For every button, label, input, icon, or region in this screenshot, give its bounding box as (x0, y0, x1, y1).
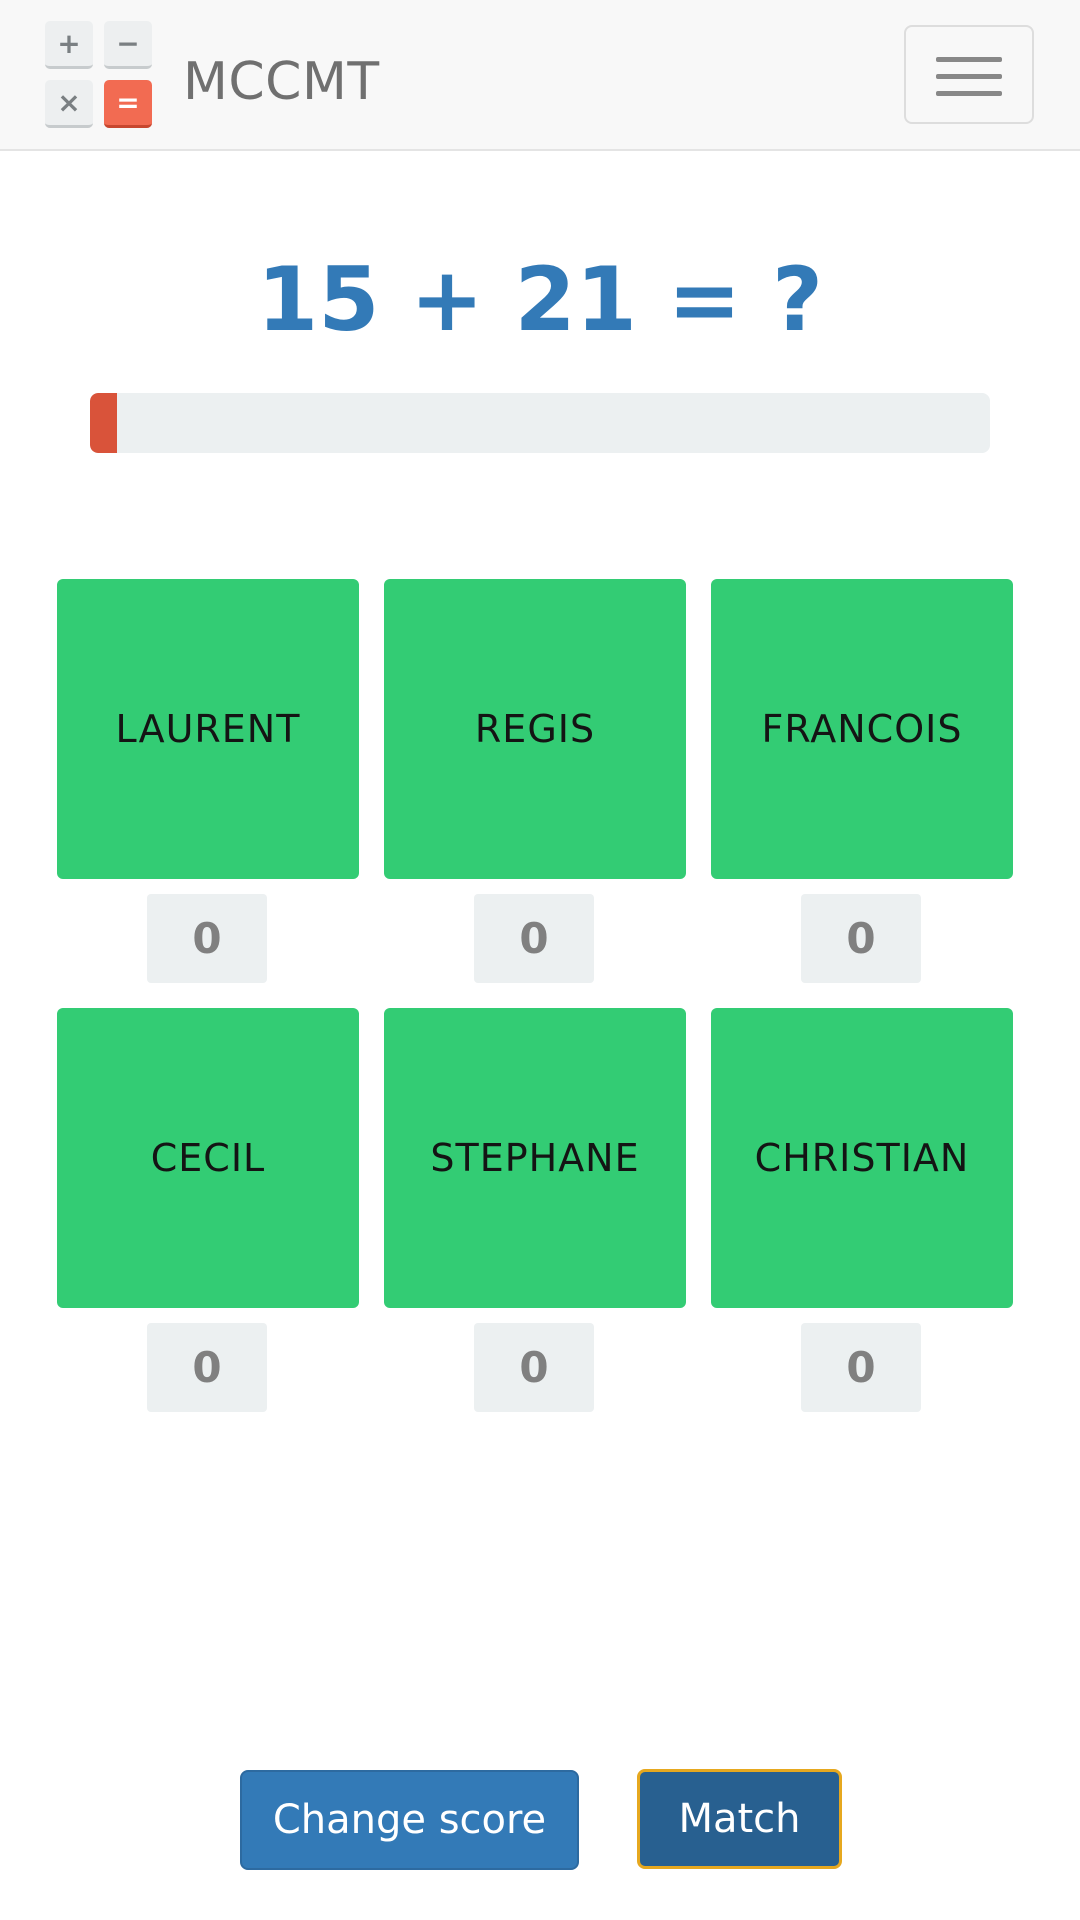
score-laurent: 0 (147, 894, 267, 983)
change-score-button[interactable]: Change score (240, 1770, 579, 1870)
score-francois: 0 (801, 894, 921, 983)
logo-equals-key: = (104, 80, 152, 128)
logo-plus-key: + (45, 21, 93, 69)
hamburger-icon-bar (936, 74, 1002, 79)
match-button[interactable]: Match (637, 1769, 842, 1869)
logo-minus-key: − (104, 21, 152, 69)
score-regis: 0 (474, 894, 594, 983)
player-card-francois[interactable]: FRANCOIS (711, 579, 1013, 879)
player-card-christian[interactable]: CHRISTIAN (711, 1008, 1013, 1308)
score-stephane: 0 (474, 1323, 594, 1412)
navbar: + − × = MCCMT (0, 0, 1080, 151)
score-cecil: 0 (147, 1323, 267, 1412)
player-card-stephane[interactable]: STEPHANE (384, 1008, 686, 1308)
score-christian: 0 (801, 1323, 921, 1412)
player-card-cecil[interactable]: CECIL (57, 1008, 359, 1308)
logo-times-key: × (45, 80, 93, 128)
timer-progress-bar (90, 393, 990, 453)
timer-progress-fill (90, 393, 117, 453)
player-card-regis[interactable]: REGIS (384, 579, 686, 879)
hamburger-icon (936, 57, 1002, 62)
question-text: 15 + 21 = ? (257, 248, 823, 351)
brand-title[interactable]: MCCMT (183, 50, 380, 114)
menu-toggle-button[interactable] (904, 25, 1034, 124)
player-card-laurent[interactable]: LAURENT (57, 579, 359, 879)
hamburger-icon-bar (936, 91, 1002, 96)
